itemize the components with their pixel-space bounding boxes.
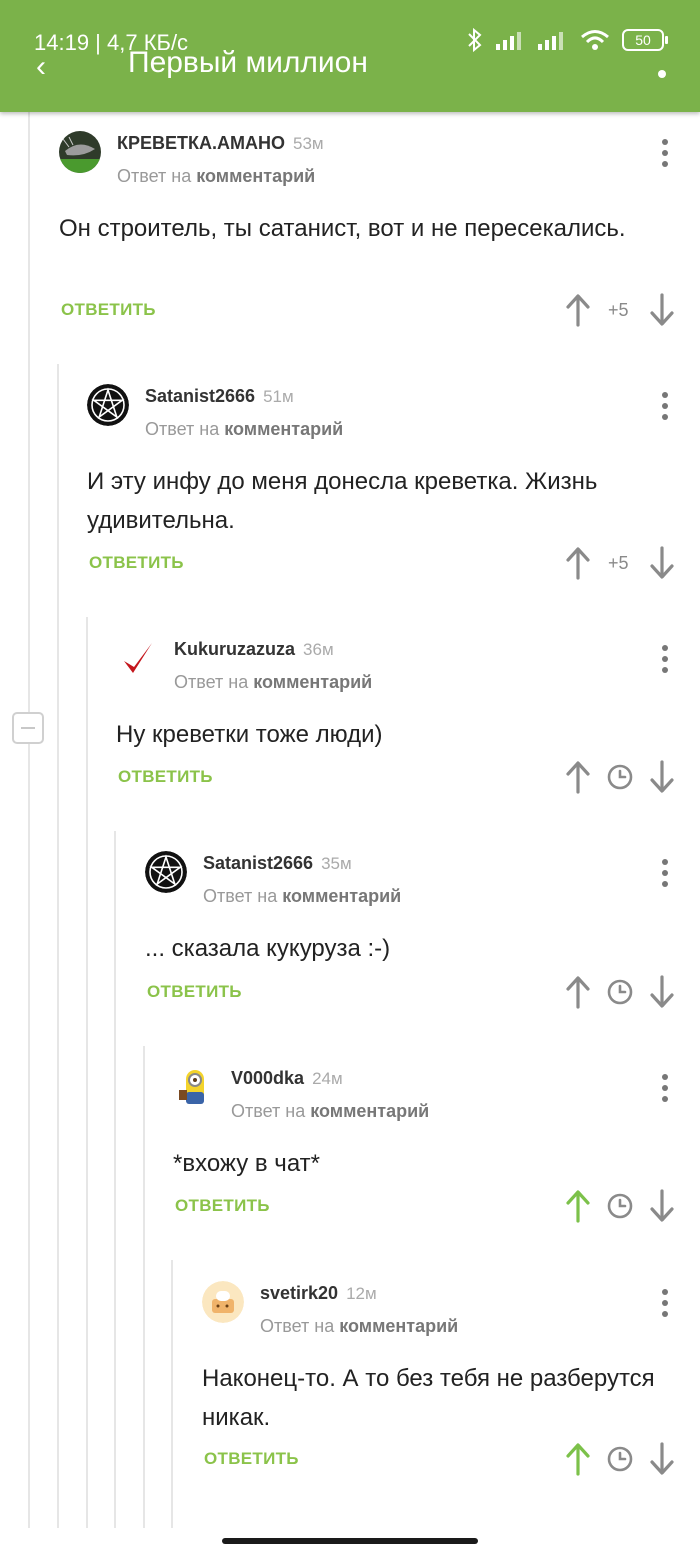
reply-button[interactable]: ОТВЕТИТЬ xyxy=(147,982,242,1002)
comment-author[interactable]: Satanist2666 xyxy=(203,853,313,873)
reply-to-prefix: Ответ на xyxy=(117,166,192,186)
comment-actions: ОТВЕТИТЬ +5 xyxy=(0,290,700,330)
comment-menu-icon[interactable] xyxy=(662,645,670,673)
comment-time: 12м xyxy=(346,1284,377,1303)
comment-actions: ОТВЕТИТЬ xyxy=(0,1186,700,1226)
app-bar: ‹ Первый миллион 14:19 | 4,7 КБ/с 50 xyxy=(0,0,700,112)
comment-author[interactable]: Kukuruzazuza xyxy=(174,639,295,659)
downvote-icon[interactable] xyxy=(649,1439,675,1479)
comment-time: 24м xyxy=(312,1069,343,1088)
upvote-icon[interactable] xyxy=(565,1439,591,1479)
reply-to-link[interactable]: комментарий xyxy=(253,672,372,692)
comment-text: Ну креветки тоже люди) xyxy=(116,721,383,748)
comment-menu-icon[interactable] xyxy=(662,139,670,167)
thread-line xyxy=(171,1260,173,1528)
reply-button[interactable]: ОТВЕТИТЬ xyxy=(118,767,213,787)
rating-value: +5 xyxy=(608,300,629,320)
downvote-icon[interactable] xyxy=(649,757,675,797)
home-indicator[interactable] xyxy=(222,1538,478,1544)
reply-to-info: Ответ на комментарий xyxy=(231,1101,429,1122)
avatar[interactable] xyxy=(87,384,129,426)
reply-to-link[interactable]: комментарий xyxy=(196,166,315,186)
comment-time: 36м xyxy=(303,640,334,659)
avatar[interactable] xyxy=(116,637,158,679)
reply-to-link[interactable]: комментарий xyxy=(224,419,343,439)
upvote-icon[interactable] xyxy=(565,290,591,330)
comment-actions: ОТВЕТИТЬ xyxy=(0,972,700,1012)
comment-menu-icon[interactable] xyxy=(662,1074,670,1102)
battery-icon: 50 xyxy=(622,29,668,51)
collapse-thread-button[interactable] xyxy=(12,712,44,744)
status-icons: 50 xyxy=(466,28,668,52)
comment-menu-icon[interactable] xyxy=(662,859,670,887)
comment-author[interactable]: svetirk20 xyxy=(260,1283,338,1303)
reply-to-prefix: Ответ на xyxy=(203,886,278,906)
reply-button[interactable]: ОТВЕТИТЬ xyxy=(89,553,184,573)
clock-icon xyxy=(606,1439,634,1479)
comment-text: И эту инфу до меня донесла креветка. Жиз… xyxy=(87,468,598,534)
status-time: 14:19 | 4,7 КБ/с xyxy=(34,30,189,55)
avatar[interactable] xyxy=(145,851,187,893)
thread-line xyxy=(57,364,59,1528)
upvote-icon[interactable] xyxy=(565,1186,591,1226)
comment-text: Он строитель, ты сатанист, вот и не пере… xyxy=(59,215,626,242)
comment-time: 53м xyxy=(292,134,324,153)
reply-to-prefix: Ответ на xyxy=(174,672,249,692)
wifi-icon xyxy=(581,30,609,50)
bluetooth-icon xyxy=(468,28,482,52)
thread-line xyxy=(114,831,116,1528)
reply-to-link[interactable]: комментарий xyxy=(310,1101,429,1121)
reply-to-info: Ответ на комментарий xyxy=(117,166,315,187)
thread-line xyxy=(86,617,88,1528)
downvote-icon[interactable] xyxy=(649,1186,675,1226)
reply-to-prefix: Ответ на xyxy=(260,1316,335,1336)
reply-to-link[interactable]: комментарий xyxy=(339,1316,458,1336)
clock-icon xyxy=(606,1186,634,1226)
reply-to-prefix: Ответ на xyxy=(145,419,220,439)
reply-button[interactable]: ОТВЕТИТЬ xyxy=(204,1449,299,1469)
comment-text: *вхожу в чат* xyxy=(173,1150,320,1177)
comment-author[interactable]: V000dka xyxy=(231,1068,304,1088)
upvote-icon[interactable] xyxy=(565,972,591,1012)
rating-value: +5 xyxy=(608,553,629,573)
clock-icon xyxy=(606,757,634,797)
reply-to-info: Ответ на комментарий xyxy=(203,886,401,907)
avatar[interactable] xyxy=(59,131,101,173)
reply-to-info: Ответ на комментарий xyxy=(174,672,372,693)
comment-actions: ОТВЕТИТЬ xyxy=(0,1439,700,1479)
reply-button[interactable]: ОТВЕТИТЬ xyxy=(175,1196,270,1216)
comment-text: Наконец-то. А то без тебя не разберутся … xyxy=(202,1365,655,1431)
signal-icon xyxy=(496,32,521,50)
comment-text: ... сказала кукуруза :-) xyxy=(145,935,391,962)
comment-actions: ОТВЕТИТЬ +5 xyxy=(0,543,700,583)
overflow-menu-icon[interactable] xyxy=(658,70,666,78)
comment-author[interactable]: Satanist2666 xyxy=(145,386,255,406)
upvote-icon[interactable] xyxy=(565,757,591,797)
reply-to-info: Ответ на комментарий xyxy=(145,419,343,440)
reply-button[interactable]: ОТВЕТИТЬ xyxy=(61,300,156,320)
comment-author[interactable]: КРЕВЕТКА.АМАНО xyxy=(117,133,285,153)
signal-icon-2 xyxy=(538,32,563,50)
comment-menu-icon[interactable] xyxy=(662,1289,670,1317)
comment-time: 35м xyxy=(321,854,352,873)
upvote-icon[interactable] xyxy=(565,543,591,583)
comment-actions: ОТВЕТИТЬ xyxy=(0,757,700,797)
downvote-icon[interactable] xyxy=(649,543,675,583)
downvote-icon[interactable] xyxy=(649,290,675,330)
avatar[interactable] xyxy=(202,1281,244,1323)
reply-to-link[interactable]: комментарий xyxy=(282,886,401,906)
reply-to-info: Ответ на комментарий xyxy=(260,1316,458,1337)
clock-icon xyxy=(606,972,634,1012)
reply-to-prefix: Ответ на xyxy=(231,1101,306,1121)
comment-time: 51м xyxy=(263,387,294,406)
avatar[interactable] xyxy=(173,1066,215,1108)
downvote-icon[interactable] xyxy=(649,972,675,1012)
comment-menu-icon[interactable] xyxy=(662,392,670,420)
